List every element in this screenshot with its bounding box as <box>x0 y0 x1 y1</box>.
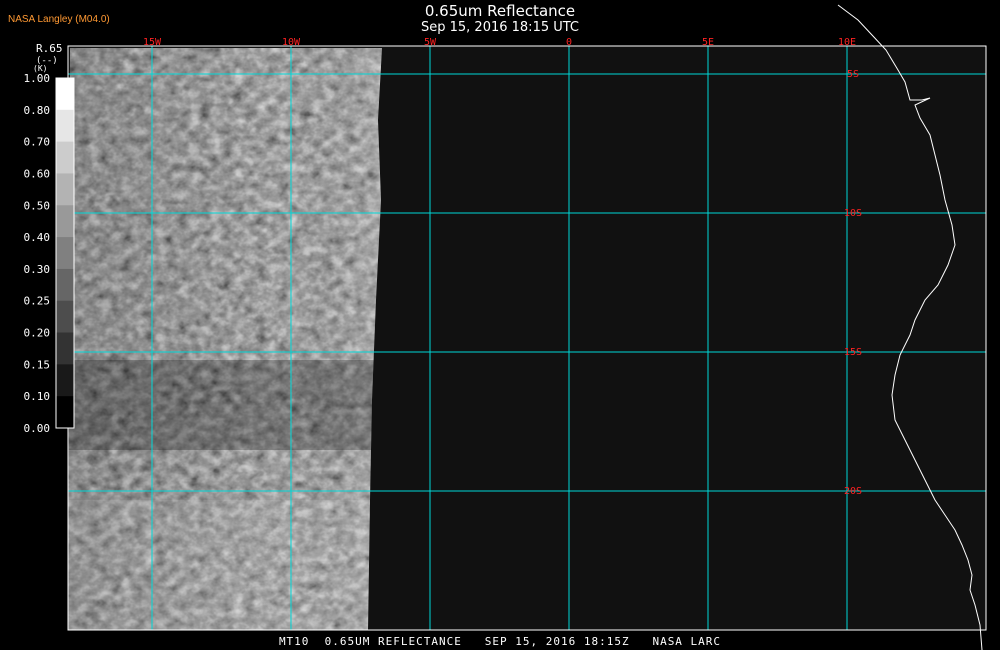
legend-color-step <box>56 237 74 270</box>
legend-color-step <box>56 205 74 238</box>
legend-color-step <box>56 332 74 365</box>
cloud-imagery-swath <box>68 48 382 630</box>
legend-tick-label: 0.40 <box>24 231 51 244</box>
page-title: 0.65um Reflectance <box>424 2 576 20</box>
legend-color-step <box>56 268 74 302</box>
legend-tick-label: 0.20 <box>24 327 51 340</box>
legend-tick-label: 0.60 <box>24 167 51 180</box>
legend-color-step <box>56 300 74 334</box>
legend-tick-label: 1.00 <box>24 72 51 85</box>
legend-color-step <box>56 78 74 111</box>
reflectance-map: 15W 10W 5W 0 5E 10E5S10S15S20S R.65 (--) (K) … <box>24 4 987 650</box>
legend-tick-label: 0.50 <box>24 199 51 212</box>
legend-tick-label: 0.25 <box>24 295 51 308</box>
legend-tick-label: 0.00 <box>24 422 51 435</box>
legend-tick-labels: 1.00 0.80 0.70 0.60 0.50 0.40 0.30 0.25 0.20 0.15… <box>24 72 51 435</box>
latitude-label: 15S <box>844 347 862 358</box>
footer-caption: MT10 0.65UM REFLECTANCE SEP 15, 2016 18:… <box>278 635 722 648</box>
color-legend: R.65 (--) (K) 1.000.800.700.600.500.400.… <box>24 42 75 435</box>
legend-tick-label: 0.70 <box>24 136 51 149</box>
legend-color-step <box>56 396 74 429</box>
satellite-image-viewer: 15W 10W 5W 0 5E 10E 5S 10S 15S 20S R.65 (--) (K) … <box>0 0 1000 650</box>
legend-color-step <box>56 173 74 206</box>
legend-tick-label: 0.15 <box>24 358 51 371</box>
legend-color-step <box>56 364 74 397</box>
image-datetime: Sep 15, 2016 18:15 UTC <box>420 20 580 35</box>
legend-tick-label: 0.30 <box>24 263 51 276</box>
legend-tick-label: 0.80 <box>24 104 51 117</box>
latitude-label: 5S <box>847 69 859 80</box>
legend-color-step <box>56 109 74 143</box>
legend-color-step <box>56 141 74 174</box>
legend-tick-label: 0.10 <box>24 390 51 403</box>
legend-variable: R.65 <box>36 42 63 55</box>
latitude-label: 10S <box>844 208 862 219</box>
latitude-label: 20S <box>844 486 862 497</box>
legend-color-bar <box>55 77 75 429</box>
